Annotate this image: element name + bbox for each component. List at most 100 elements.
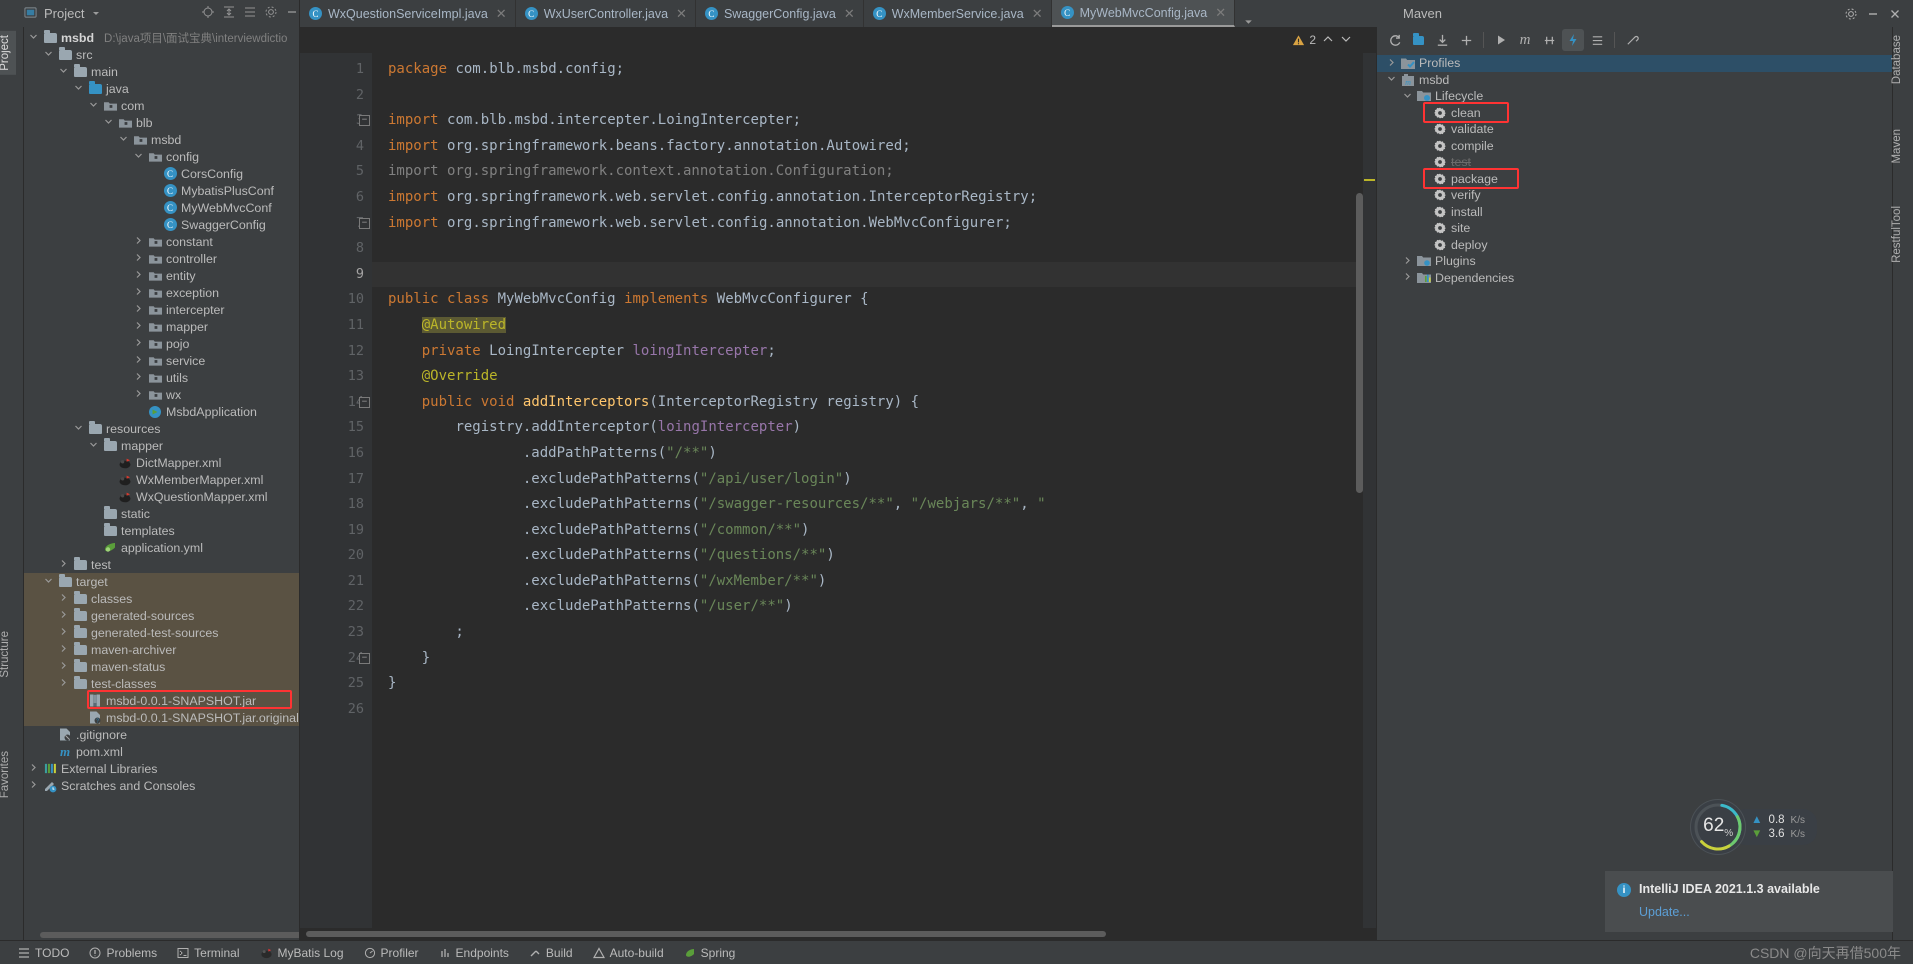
project-tree-row[interactable]: ? msbd-0.0.1-SNAPSHOT.jar.original — [24, 709, 299, 726]
project-tree-row[interactable]: m pom.xml — [24, 743, 299, 760]
toggle-offline-icon[interactable] — [1562, 29, 1584, 51]
status-item-auto-build[interactable]: Auto-build — [592, 946, 664, 960]
code-line[interactable]: import org.springframework.context.annot… — [372, 159, 1376, 185]
close-icon[interactable]: ✕ — [496, 6, 507, 22]
minimize-icon[interactable] — [1865, 6, 1881, 22]
project-tree-row[interactable]: static — [24, 505, 299, 522]
code-line[interactable]: @Override — [372, 364, 1376, 390]
tool-button-favorites[interactable]: Favorites — [0, 747, 16, 802]
settings-icon[interactable] — [264, 5, 278, 22]
code-line[interactable]: public class MyWebMvcConfig implements W… — [372, 287, 1376, 313]
tool-button-structure[interactable]: Structure — [0, 627, 16, 682]
chevron-down-icon[interactable] — [58, 66, 69, 77]
project-tree-row[interactable]: controller — [24, 250, 299, 267]
collapse-all-icon[interactable] — [1586, 29, 1608, 51]
project-tree-row[interactable]: generated-test-sources — [24, 624, 299, 641]
chevron-down-icon[interactable] — [1401, 91, 1413, 102]
project-tree-row[interactable]: DictMapper.xml — [24, 454, 299, 471]
collapse-all-icon[interactable] — [243, 5, 257, 22]
project-tree-row[interactable]: Scratches and Consoles — [24, 777, 299, 794]
code-line[interactable]: import org.springframework.beans.factory… — [372, 134, 1376, 160]
project-tree-row[interactable]: C MybatisPlusConf — [24, 182, 299, 199]
code-line[interactable]: .excludePathPatterns("/user/**") — [372, 594, 1376, 620]
editor-tab[interactable]: C WxUserController.java ✕ — [516, 0, 696, 27]
project-tree-row[interactable]: generated-sources — [24, 607, 299, 624]
prev-problem-icon[interactable] — [1322, 33, 1334, 48]
code-line[interactable]: .excludePathPatterns("/swagger-resources… — [372, 492, 1376, 518]
chevron-right-icon[interactable] — [133, 236, 144, 247]
code-line[interactable]: @Autowired — [372, 313, 1376, 339]
tool-button-project[interactable]: Project — [0, 31, 16, 75]
code-line[interactable]: .excludePathPatterns("/wxMember/**") — [372, 569, 1376, 595]
code-line[interactable]: ; — [372, 620, 1376, 646]
code-line[interactable]: .addPathPatterns("/**") — [372, 441, 1376, 467]
line-number-gutter[interactable]: 123−4567−891011121314−151617181920212223… — [300, 53, 372, 928]
project-tree-row[interactable]: mapper — [24, 318, 299, 335]
maven-tree-row[interactable]: verify — [1377, 187, 1892, 204]
project-tree-row[interactable]: C MyWebMvcConf — [24, 199, 299, 216]
editor-tab[interactable]: C WxMemberService.java ✕ — [864, 0, 1052, 27]
editor-hscrollbar[interactable] — [300, 928, 1376, 940]
chevron-right-icon[interactable] — [133, 355, 144, 366]
project-tree-row[interactable]: constant — [24, 233, 299, 250]
maven-tree-row[interactable]: validate — [1377, 121, 1892, 138]
code-line[interactable]: } — [372, 646, 1376, 672]
maven-tree-row[interactable]: site — [1377, 220, 1892, 237]
project-tree[interactable]: msbd D:\java项目\面试宝典\interviewdictio src mai… — [24, 27, 299, 930]
editor-marker-strip[interactable] — [1363, 53, 1376, 928]
project-tree-row[interactable]: blb — [24, 114, 299, 131]
editor-tab[interactable]: C SwaggerConfig.java ✕ — [696, 0, 864, 27]
project-tree-row[interactable]: maven-archiver — [24, 641, 299, 658]
chevron-right-icon[interactable] — [58, 644, 69, 655]
status-item-terminal[interactable]: Terminal — [177, 946, 240, 960]
project-tree-row[interactable]: resources — [24, 420, 299, 437]
project-tree-row[interactable]: application.yml — [24, 539, 299, 556]
project-tree-row[interactable]: entity — [24, 267, 299, 284]
project-tree-row[interactable]: classes — [24, 590, 299, 607]
status-item-profiler[interactable]: Profiler — [364, 946, 419, 960]
project-tree-row[interactable]: templates — [24, 522, 299, 539]
project-tree-row[interactable]: intercepter — [24, 301, 299, 318]
code-line[interactable]: .excludePathPatterns("/common/**") — [372, 518, 1376, 544]
tool-button-restfultool[interactable]: RestfulTool — [1886, 202, 1908, 267]
project-tree-row[interactable]: msbd D:\java项目\面试宝典\interviewdictio — [24, 29, 299, 46]
code-line[interactable]: import org.springframework.web.servlet.c… — [372, 211, 1376, 237]
project-tree-row[interactable]: External Libraries — [24, 760, 299, 777]
code-line[interactable]: import com.blb.msbd.intercepter.LoingInt… — [372, 108, 1376, 134]
code-line[interactable] — [372, 236, 1376, 262]
reimport-icon[interactable] — [1383, 29, 1405, 51]
warning-count-badge[interactable]: 2 — [1292, 33, 1316, 47]
close-icon[interactable]: ✕ — [676, 6, 687, 22]
chevron-down-icon[interactable] — [73, 83, 84, 94]
close-icon[interactable]: ✕ — [844, 6, 855, 22]
project-tree-row[interactable]: com — [24, 97, 299, 114]
chevron-down-icon[interactable] — [103, 117, 114, 128]
hide-icon[interactable] — [285, 5, 299, 22]
project-tree-row[interactable]: test-classes — [24, 675, 299, 692]
project-hscrollbar[interactable] — [24, 930, 299, 940]
chevron-right-icon[interactable] — [133, 270, 144, 281]
project-tree-row[interactable]: test — [24, 556, 299, 573]
add-icon[interactable] — [1455, 29, 1477, 51]
project-tree-row[interactable]: mapper — [24, 437, 299, 454]
memory-network-widget[interactable]: 62% ▲ 0.8 K/s ▼ 3.6 K/s — [1691, 800, 1817, 854]
project-tree-row[interactable]: target — [24, 573, 299, 590]
project-tree-row[interactable]: WxQuestionMapper.xml — [24, 488, 299, 505]
chevron-right-icon[interactable] — [28, 763, 39, 774]
chevron-right-icon[interactable] — [58, 593, 69, 604]
editor-tab-active[interactable]: C MyWebMvcConfig.java ✕ — [1051, 0, 1236, 27]
chevron-right-icon[interactable] — [58, 627, 69, 638]
chevron-down-icon[interactable] — [88, 440, 99, 451]
editor-text-area[interactable]: 123−4567−891011121314−151617181920212223… — [300, 53, 1376, 928]
maven-tree-row[interactable]: deploy — [1377, 237, 1892, 254]
chevron-right-icon[interactable] — [133, 338, 144, 349]
chevron-down-icon[interactable] — [1385, 74, 1397, 85]
project-tree-row[interactable]: wx — [24, 386, 299, 403]
notification-update-link[interactable]: Update... — [1639, 905, 1690, 919]
maven-tree-row[interactable]: Dependencies — [1377, 270, 1892, 287]
maven-tree-row[interactable]: m msbd — [1377, 72, 1892, 89]
chevron-right-icon[interactable] — [58, 678, 69, 689]
project-tree-row[interactable]: main — [24, 63, 299, 80]
maven-settings-icon[interactable] — [1621, 29, 1643, 51]
expand-all-icon[interactable] — [222, 5, 236, 22]
